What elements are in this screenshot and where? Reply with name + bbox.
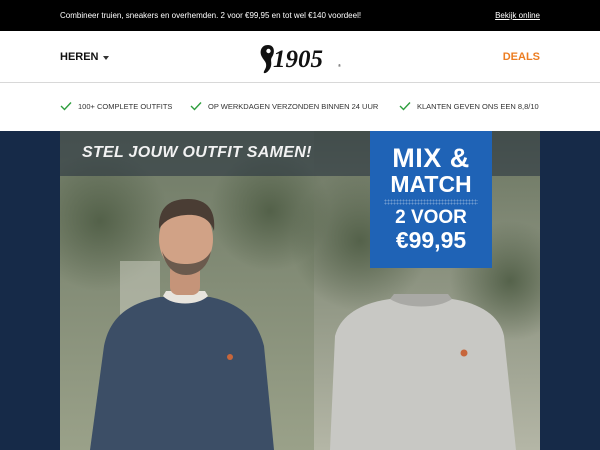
banner-headline: STEL JOUW OUTFIT SAMEN! [82,144,312,161]
check-icon [399,102,411,111]
usp-item: 100+ COMPLETE OUTFITS [60,101,172,111]
usp-text: OP WERKDAGEN VERZONDEN BINNEN 24 UUR [208,101,379,111]
heren-menu[interactable]: HEREN [60,51,109,63]
usp-item: OP WERKDAGEN VERZONDEN BINNEN 24 UUR [190,101,378,111]
main-navigation: HEREN 1905 ® DEALS [0,31,600,83]
logo-text: 1905 [273,46,323,73]
promo-text: Combineer truien, sneakers en overhemden… [60,11,362,20]
logo-mark-icon: 1905 ® [260,45,341,74]
hero-photo[interactable]: STEL JOUW OUTFIT SAMEN! MIX & MATCH 2 VO… [60,131,540,450]
usp-item: KLANTEN GEVEN ONS EEN 8,8/10 [399,101,539,111]
deals-link[interactable]: DEALS [503,51,540,63]
view-online-link[interactable]: Bekijk online [495,11,540,20]
brand-logo[interactable]: 1905 ® [258,41,344,75]
check-icon [190,102,202,111]
dotted-divider [384,199,478,205]
chevron-down-icon [102,55,109,60]
badge-price: €99,95 [395,227,467,253]
usp-text: KLANTEN GEVEN ONS EEN 8,8/10 [417,101,539,111]
badge-line-2: MATCH [390,171,472,197]
usp-text: 100+ COMPLETE OUTFITS [78,101,173,111]
usp-bar: 100+ COMPLETE OUTFITS OP WERKDAGEN VERZO… [0,84,600,130]
check-icon [60,102,72,111]
svg-text:®: ® [338,63,341,68]
top-promo-bar: Combineer truien, sneakers en overhemden… [0,0,600,31]
mix-match-badge: MIX & MATCH 2 VOOR €99,95 [370,131,492,268]
badge-line-3: 2 VOOR [395,207,467,228]
badge-line-1: MIX & [392,143,470,173]
heren-menu-label: HEREN [60,51,99,63]
hero-banner[interactable]: STEL JOUW OUTFIT SAMEN! MIX & MATCH 2 VO… [0,131,600,450]
